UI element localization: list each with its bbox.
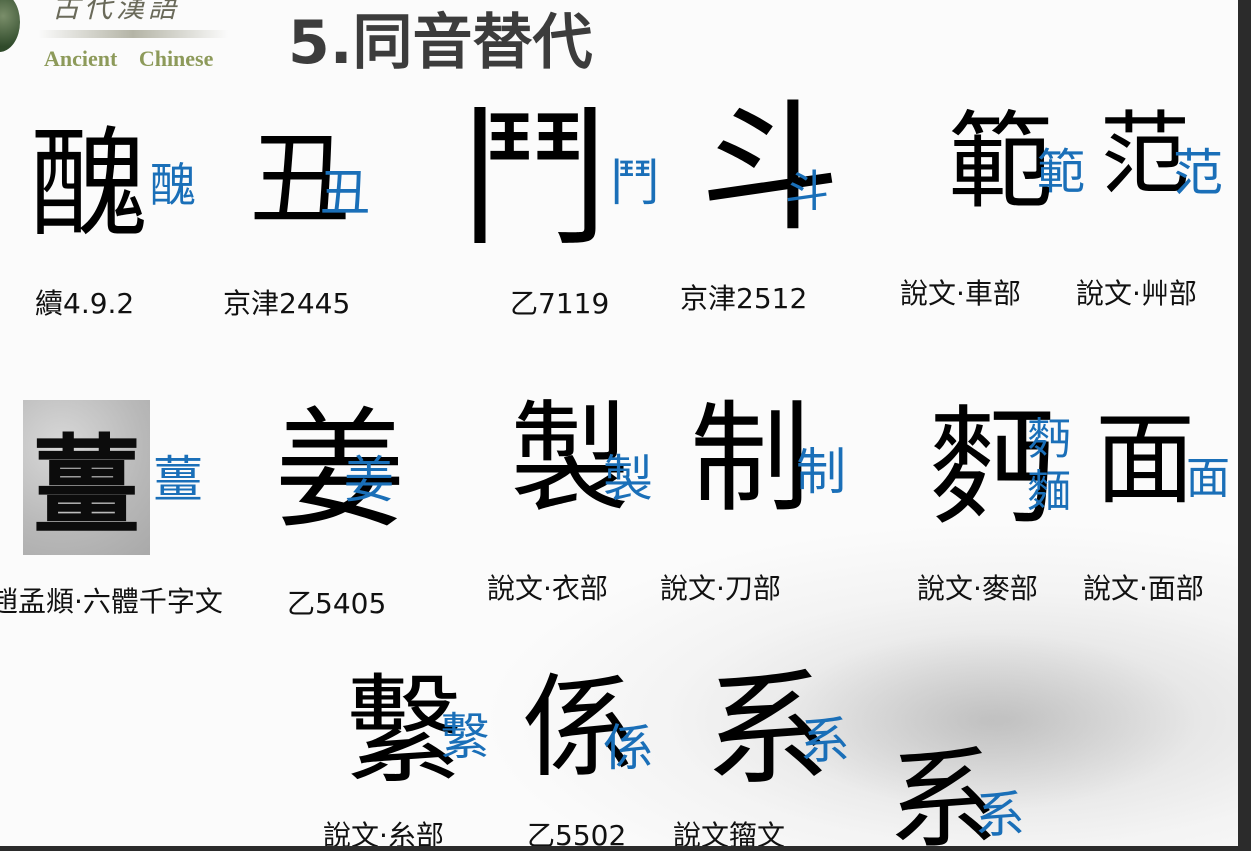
source-label: 京津2445 xyxy=(223,287,351,320)
modern-char-dou: 鬥 xyxy=(610,154,660,212)
source-label: 說文·艸部 xyxy=(1076,277,1197,310)
source-label: 說文·車部 xyxy=(900,277,1021,310)
modern-char-xi2: 係 xyxy=(603,719,653,777)
modern-char-mian-stack: 麪 麵 xyxy=(1027,414,1071,518)
source-label: 趙孟頫·六體千字文 xyxy=(0,585,223,618)
logo-seal-icon xyxy=(0,0,20,52)
modern-char-xi4: 系 xyxy=(975,786,1025,844)
modern-char-chou: 醜 xyxy=(150,158,196,212)
source-label: 乙5405 xyxy=(287,587,387,620)
modern-char-dou2: 斗 xyxy=(785,166,829,217)
source-label: 京津2512 xyxy=(680,282,808,315)
ancient-glyph-zhi2: 制 xyxy=(690,390,810,529)
source-label: 說文·面部 xyxy=(1083,572,1204,605)
logo-brush-stroke xyxy=(38,30,228,38)
modern-char-fan2: 范 xyxy=(1173,144,1223,202)
logo-english-text: Ancient Chinese xyxy=(44,46,214,71)
slide-title: 5.同音替代 xyxy=(288,8,593,78)
ancient-glyph-dou: 鬥 xyxy=(460,93,611,267)
modern-char-zhi2: 制 xyxy=(796,443,846,501)
modern-char-jiang: 薑 xyxy=(153,451,203,509)
modern-char-mian-bottom: 麵 xyxy=(1027,466,1071,517)
modern-char-chou2: 丑 xyxy=(320,164,370,222)
slide: 古代漢語 Ancient Chinese 5.同音替代 醜 醜 續4.9.2 丑… xyxy=(0,0,1238,851)
window-edge-bottom xyxy=(0,846,1251,851)
modern-char-xi: 繫 xyxy=(440,708,490,766)
ancient-glyph-mian2: 面 xyxy=(1095,401,1195,518)
source-label: 說文·衣部 xyxy=(487,572,608,605)
modern-char-zhi: 製 xyxy=(603,450,653,508)
ancient-glyph-chou: 醜 xyxy=(30,115,149,253)
source-label: 說文·麥部 xyxy=(917,572,1038,605)
rubbing-image: 薑 xyxy=(23,400,150,555)
modern-char-xi3: 系 xyxy=(800,712,850,770)
window-edge-right xyxy=(1238,0,1251,851)
modern-char-jiang2: 姜 xyxy=(344,451,394,509)
rubbing-glyph-jiang: 薑 xyxy=(32,424,141,550)
source-label: 說文·刀部 xyxy=(660,572,781,605)
logo-chinese-text: 古代漢語 xyxy=(52,0,181,24)
modern-char-mian2: 面 xyxy=(1186,453,1230,504)
source-label: 續4.9.2 xyxy=(35,287,135,320)
modern-char-mian-top: 麪 xyxy=(1027,414,1071,465)
source-label: 乙7119 xyxy=(510,287,610,320)
modern-char-fan: 範 xyxy=(1037,144,1086,200)
